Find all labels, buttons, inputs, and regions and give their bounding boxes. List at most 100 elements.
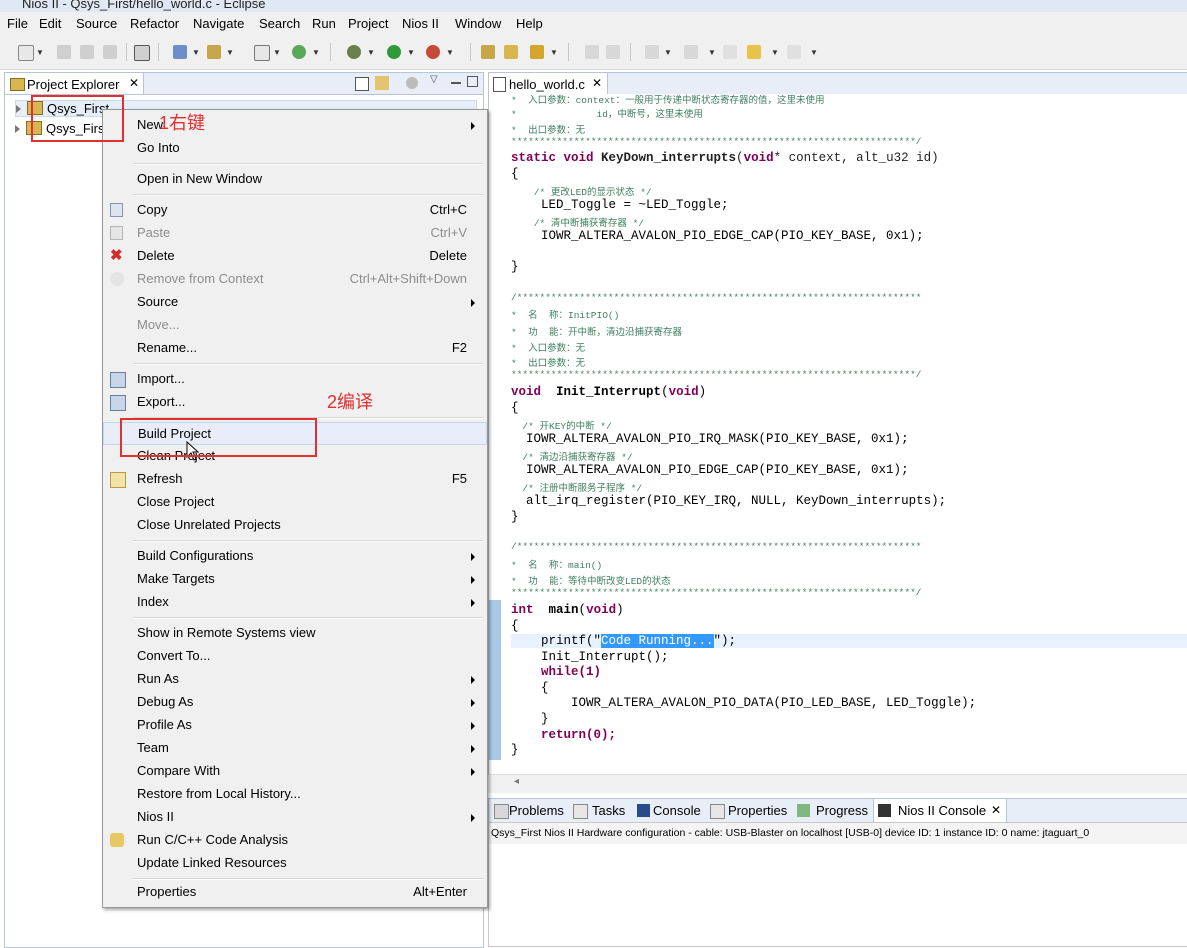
chevron-down-icon[interactable]: ▼: [226, 48, 234, 57]
console-output[interactable]: [488, 844, 1187, 947]
horizontal-scrollbar[interactable]: ◂: [488, 774, 1187, 793]
code-line: alt_irq_register(PIO_KEY_IRQ, NULL, KeyD…: [511, 494, 947, 508]
chevron-down-icon[interactable]: ▼: [273, 48, 281, 57]
chevron-down-icon[interactable]: ▼: [36, 48, 44, 57]
menu-refactor[interactable]: Refactor: [130, 16, 179, 31]
menu-search[interactable]: Search: [259, 16, 300, 31]
menu-window[interactable]: Window: [455, 16, 501, 31]
last-edit-icon[interactable]: [723, 45, 737, 59]
menu-item-copy[interactable]: Copy Ctrl+C: [103, 199, 487, 222]
tab-tasks[interactable]: Tasks: [592, 803, 625, 818]
menu-item-run-as[interactable]: Run As: [103, 668, 487, 691]
search-icon[interactable]: [530, 45, 544, 59]
close-icon[interactable]: ✕: [592, 76, 602, 90]
menu-item-go-into[interactable]: Go Into: [103, 137, 487, 160]
forward-arrow-icon[interactable]: [787, 45, 801, 59]
tab-console[interactable]: Console: [653, 803, 701, 818]
link-editor-icon[interactable]: [375, 76, 389, 90]
menu-item-restore-from-local-history[interactable]: Restore from Local History...: [103, 783, 487, 806]
chevron-down-icon[interactable]: ▼: [810, 48, 818, 57]
debug-icon[interactable]: [347, 45, 361, 59]
menu-item-open-in-new-window[interactable]: Open in New Window: [103, 168, 487, 191]
menu-item-import[interactable]: Import...: [103, 368, 487, 391]
menu-item-make-targets[interactable]: Make Targets: [103, 568, 487, 591]
menu-item-move[interactable]: Move...: [103, 314, 487, 337]
tab-nios-ii-console[interactable]: Nios II Console ✕: [873, 799, 1007, 823]
chevron-down-icon[interactable]: ▼: [367, 48, 375, 57]
menu-item-index[interactable]: Index: [103, 591, 487, 614]
tab-properties[interactable]: Properties: [728, 803, 787, 818]
back-arrow-icon[interactable]: [747, 45, 761, 59]
chevron-down-icon[interactable]: ▼: [407, 48, 415, 57]
menu-navigate[interactable]: Navigate: [193, 16, 244, 31]
filter-icon[interactable]: [406, 77, 418, 89]
close-icon[interactable]: ✕: [991, 803, 1001, 817]
menu-run[interactable]: Run: [312, 16, 336, 31]
menu-file[interactable]: File: [7, 16, 28, 31]
menu-item-debug-as[interactable]: Debug As: [103, 691, 487, 714]
chevron-down-icon[interactable]: ▼: [771, 48, 779, 57]
chevron-down-icon[interactable]: ▼: [312, 48, 320, 57]
binary-icon[interactable]: [134, 45, 150, 61]
view-menu-icon[interactable]: ▽: [430, 74, 438, 85]
menu-item-compare-with[interactable]: Compare With: [103, 760, 487, 783]
menu-item-source[interactable]: Source: [103, 291, 487, 314]
menu-project[interactable]: Project: [348, 16, 388, 31]
run-icon[interactable]: [387, 45, 401, 59]
chevron-down-icon[interactable]: ▼: [664, 48, 672, 57]
menu-item-properties[interactable]: Properties Alt+Enter: [103, 881, 487, 904]
collapse-all-icon[interactable]: [355, 77, 369, 91]
menu-source[interactable]: Source: [76, 16, 117, 31]
menu-item-run-code-analysis[interactable]: Run C/C++ Code Analysis: [103, 829, 487, 852]
new-icon[interactable]: [18, 45, 34, 61]
menu-item-team[interactable]: Team: [103, 737, 487, 760]
minimize-icon[interactable]: [451, 82, 461, 84]
chevron-down-icon[interactable]: ▼: [446, 48, 454, 57]
chevron-down-icon[interactable]: ▼: [708, 48, 716, 57]
close-icon[interactable]: ✕: [129, 76, 139, 90]
menu-item-export[interactable]: Export...: [103, 391, 487, 414]
menu-item-nios-ii[interactable]: Nios II: [103, 806, 487, 829]
menu-item-build-configurations[interactable]: Build Configurations: [103, 545, 487, 568]
open-folder-icon[interactable]: [504, 45, 518, 59]
open-type-icon[interactable]: [481, 45, 495, 59]
menu-edit[interactable]: Edit: [39, 16, 61, 31]
menu-help[interactable]: Help: [516, 16, 543, 31]
menu-item-delete[interactable]: ✖ Delete Delete: [103, 245, 487, 268]
menu-item-close-unrelated-projects[interactable]: Close Unrelated Projects: [103, 514, 487, 537]
menu-item-convert-to[interactable]: Convert To...: [103, 645, 487, 668]
menu-item-remove-from-context[interactable]: Remove from Context Ctrl+Alt+Shift+Down: [103, 268, 487, 291]
menu-item-update-linked-resources[interactable]: Update Linked Resources: [103, 852, 487, 875]
expand-icon[interactable]: [16, 105, 21, 113]
annotation-icon[interactable]: [606, 45, 620, 59]
save-all-icon[interactable]: [80, 45, 94, 59]
code-editor[interactable]: * 入口参数：context：一般用于传递中断状态寄存器的值，这里未使用 * i…: [488, 94, 1187, 774]
print-icon[interactable]: [103, 45, 117, 59]
expand-icon[interactable]: [15, 125, 20, 133]
pen-icon[interactable]: [585, 45, 599, 59]
profile-icon[interactable]: [426, 45, 440, 59]
tab-progress[interactable]: Progress: [816, 803, 868, 818]
previous-annotation-icon[interactable]: [684, 45, 698, 59]
tab-project-explorer[interactable]: Project Explorer ✕: [5, 73, 144, 95]
next-annotation-icon[interactable]: [645, 45, 659, 59]
menu-item-show-in-remote-systems[interactable]: Show in Remote Systems view: [103, 622, 487, 645]
chevron-down-icon[interactable]: ▼: [192, 48, 200, 57]
maximize-icon[interactable]: [467, 76, 478, 87]
tab-hello-world-c[interactable]: hello_world.c ✕: [489, 73, 608, 95]
window-title: Nios II - Qsys_First/hello_world.c - Ecl…: [22, 0, 266, 11]
external-tools-icon[interactable]: [292, 45, 306, 59]
build-icon[interactable]: [173, 45, 187, 59]
menu-item-close-project[interactable]: Close Project: [103, 491, 487, 514]
menu-item-rename[interactable]: Rename... F2: [103, 337, 487, 360]
scroll-left-icon[interactable]: ◂: [514, 776, 519, 787]
menu-item-paste[interactable]: Paste Ctrl+V: [103, 222, 487, 245]
menu-nios-ii[interactable]: Nios II: [402, 16, 439, 31]
new-project-icon[interactable]: [207, 45, 221, 59]
tab-problems[interactable]: Problems: [509, 803, 564, 818]
menu-item-profile-as[interactable]: Profile As: [103, 714, 487, 737]
chevron-down-icon[interactable]: ▼: [550, 48, 558, 57]
new-file-icon[interactable]: [254, 45, 270, 61]
save-icon[interactable]: [57, 45, 71, 59]
menu-item-refresh[interactable]: Refresh F5: [103, 468, 487, 491]
